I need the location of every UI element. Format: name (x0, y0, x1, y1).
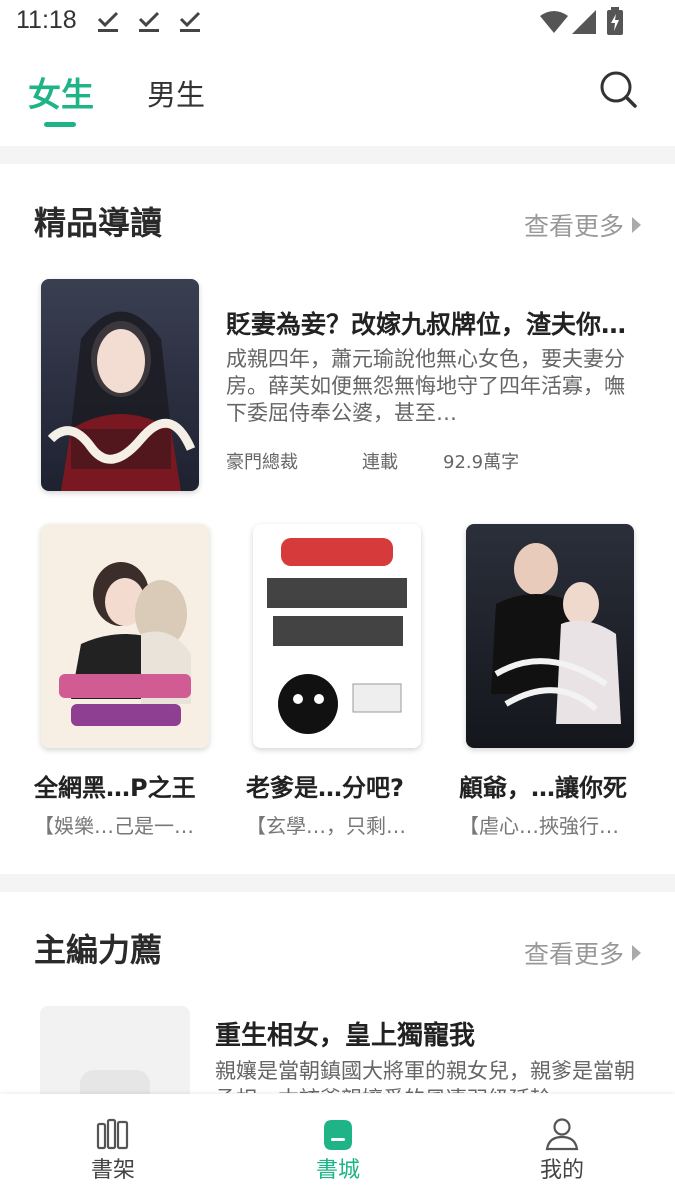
battery-charging-icon (607, 7, 623, 35)
cover-illustration (41, 279, 199, 491)
tab-male[interactable]: 男生 (147, 72, 205, 114)
more-label: 查看更多 (523, 940, 624, 969)
tab-female[interactable]: 女生 (28, 68, 94, 116)
editor-book-desc: 親孃是當朝鎮國大將軍的親女兒，親爹是當朝丞相，本該爹親孃愛的風凄羽級延輪 (215, 1059, 635, 1093)
featured-book-words: 92.9萬字 (443, 452, 520, 473)
book-cover[interactable] (253, 524, 421, 748)
editor-more-link[interactable]: 查看更多 (524, 935, 641, 971)
section-title-featured: 精品導讀 (34, 204, 163, 242)
featured-book-title[interactable]: 貶妻為妾？改嫁九叔牌位，渣夫你… (226, 305, 646, 341)
download-done-icon (179, 11, 201, 32)
status-bar: 11:18 (0, 0, 675, 46)
download-done-icon (97, 11, 119, 32)
search-icon[interactable] (597, 68, 641, 112)
featured-book-status: 連載 (362, 452, 398, 473)
featured-book-cover[interactable] (41, 279, 199, 491)
bottom-navigation: 書架 書城 我的 (0, 1094, 675, 1200)
top-tab-bar: 女生 男生 (0, 46, 675, 146)
nav-label: 書城 (315, 1158, 360, 1183)
book-desc: 【娛樂…己是一… (34, 814, 194, 838)
featured-book-desc: 成親四年，蕭元瑜說他無心女色，要夫妻分房。薛芙如便無怨無悔地守了四年活寡，嘸下委… (226, 347, 625, 425)
chevron-right-icon (632, 945, 641, 961)
featured-book-category: 豪門總裁 (226, 452, 298, 473)
store-icon (324, 1120, 352, 1150)
section-divider (0, 146, 675, 164)
chevron-right-icon (632, 217, 641, 233)
book-desc: 【玄學…，只剩… (246, 814, 406, 838)
featured-more-link[interactable]: 查看更多 (524, 207, 641, 243)
active-tab-indicator (44, 122, 76, 127)
nav-profile[interactable]: 我的 (502, 1094, 622, 1200)
book-cover[interactable] (41, 524, 209, 748)
book-cover[interactable] (466, 524, 634, 748)
book-desc: 【虐心…挾強行… (459, 814, 619, 838)
book-title[interactable]: 老爹是…分吧? (246, 768, 421, 803)
section-divider (0, 874, 675, 892)
wifi-icon (540, 11, 568, 33)
bookshelf-icon (96, 1118, 129, 1150)
cover-illustration (253, 524, 421, 748)
book-title[interactable]: 顧爺，…讓你死 (459, 768, 634, 803)
cover-illustration (466, 524, 634, 748)
status-time: 11:18 (16, 6, 77, 34)
section-title-editor: 主編力薦 (34, 931, 163, 969)
nav-store[interactable]: 書城 (278, 1094, 398, 1200)
book-title[interactable]: 全網黑…P之王 (34, 768, 209, 803)
nav-label: 書架 (90, 1158, 135, 1183)
profile-icon (545, 1118, 579, 1151)
nav-label: 我的 (539, 1158, 584, 1183)
more-label: 查看更多 (523, 212, 624, 241)
cover-illustration (41, 524, 209, 748)
signal-icon (572, 10, 596, 34)
download-done-icon (138, 11, 160, 32)
nav-bookshelf[interactable]: 書架 (53, 1094, 173, 1200)
editor-book-title[interactable]: 重生相女，皇上獨寵我 (215, 1015, 475, 1052)
